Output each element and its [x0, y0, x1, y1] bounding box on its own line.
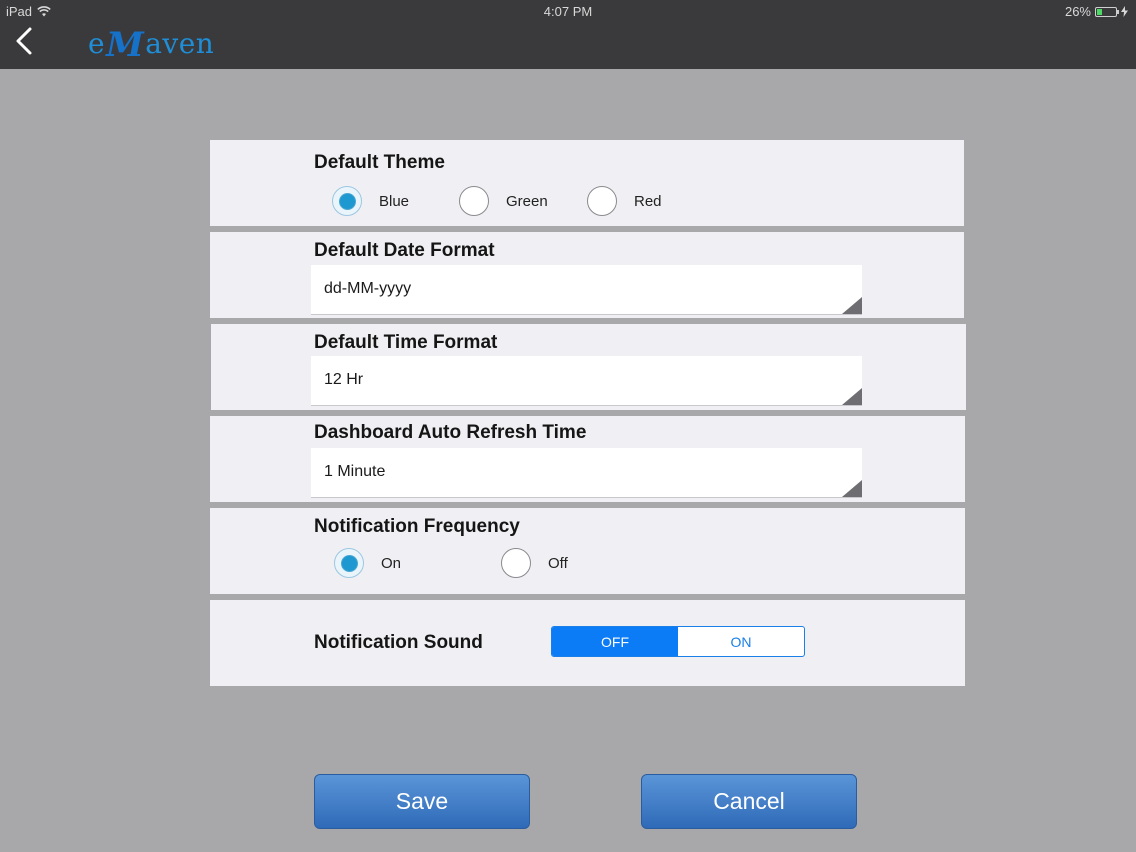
radio-circle — [459, 186, 489, 216]
refresh-time-panel: Dashboard Auto Refresh Time 1 Minute — [210, 416, 965, 502]
theme-radio-red[interactable]: Red — [587, 186, 662, 216]
radio-circle — [334, 548, 364, 578]
default-theme-panel: Default Theme Blue Green Red — [210, 140, 964, 226]
status-time: 4:07 PM — [543, 4, 593, 19]
time-format-select[interactable]: 12 Hr — [311, 356, 862, 406]
battery-icon — [1095, 6, 1119, 17]
top-bar: iPad 4:07 PM 26% e Maven — [0, 0, 1136, 69]
date-format-title: Default Date Format — [314, 240, 495, 261]
time-format-value: 12 Hr — [324, 371, 364, 388]
sound-off-segment[interactable]: OFF — [552, 627, 678, 656]
radio-circle — [332, 186, 362, 216]
notification-sound-title: Notification Sound — [314, 632, 483, 653]
frequency-radio-off[interactable]: Off — [501, 548, 568, 578]
refresh-time-title: Dashboard Auto Refresh Time — [314, 422, 587, 443]
notification-frequency-panel: Notification Frequency On Off — [210, 508, 965, 594]
default-theme-title: Default Theme — [314, 152, 445, 173]
battery-percent: 26% — [1064, 4, 1091, 19]
back-button[interactable] — [12, 26, 40, 58]
save-button[interactable]: Save — [314, 774, 530, 829]
frequency-radio-on[interactable]: On — [334, 548, 401, 578]
chevron-left-icon — [16, 27, 32, 55]
status-right: 26% — [1065, 4, 1128, 19]
time-format-panel: Default Time Format 12 Hr — [211, 324, 966, 410]
date-format-select[interactable]: dd-MM-yyyy — [311, 265, 862, 315]
theme-radio-blue[interactable]: Blue — [332, 186, 409, 216]
app-logo: e Maven — [88, 25, 215, 65]
sound-on-segment[interactable]: ON — [678, 627, 804, 656]
notification-frequency-title: Notification Frequency — [314, 516, 520, 537]
dropdown-corner-icon — [842, 480, 862, 497]
cancel-button[interactable]: Cancel — [641, 774, 857, 829]
dropdown-corner-icon — [842, 297, 862, 314]
theme-radio-green[interactable]: Green — [459, 186, 548, 216]
radio-circle — [501, 548, 531, 578]
date-format-value: dd-MM-yyyy — [324, 280, 412, 297]
refresh-time-select[interactable]: 1 Minute — [311, 448, 862, 498]
notification-sound-toggle[interactable]: OFF ON — [551, 626, 805, 657]
refresh-time-value: 1 Minute — [324, 463, 386, 480]
date-format-panel: Default Date Format dd-MM-yyyy — [210, 232, 964, 318]
radio-circle — [587, 186, 617, 216]
time-format-title: Default Time Format — [314, 332, 498, 353]
charging-icon — [1121, 6, 1128, 17]
notification-sound-panel: Notification Sound OFF ON — [210, 600, 965, 686]
dropdown-corner-icon — [842, 388, 862, 405]
